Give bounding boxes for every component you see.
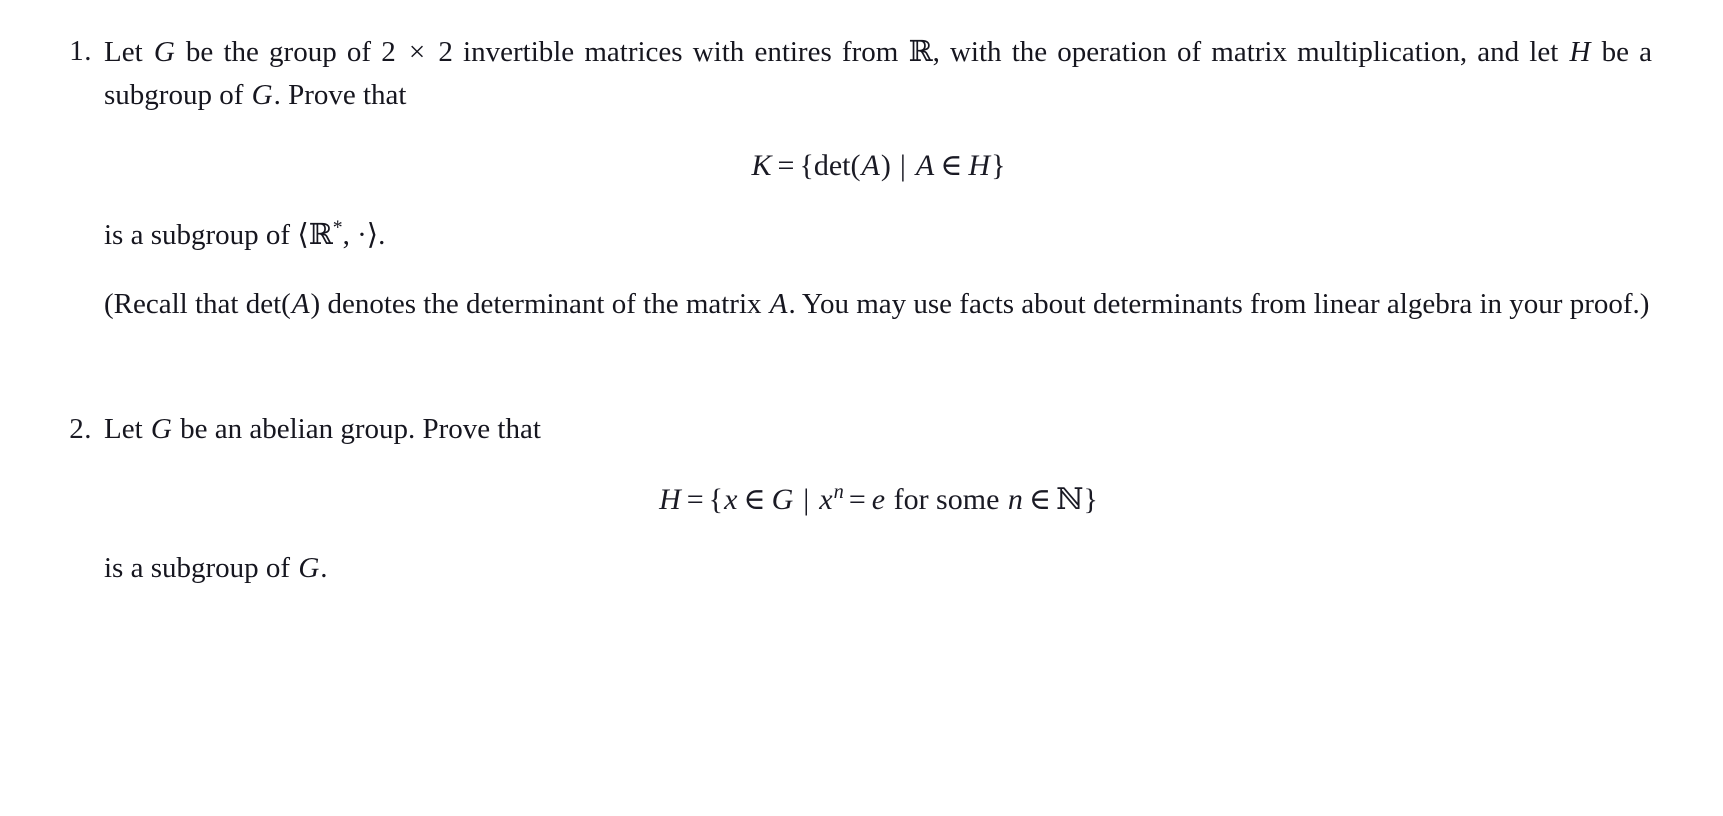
math-reals-symbol-2: ℝ <box>308 217 333 251</box>
display-equation-K: K = {det(A) | A ∈ H} <box>104 143 1652 189</box>
det-function-name: det <box>813 149 851 182</box>
math-identity-e: e <box>871 483 886 516</box>
text-run: be an abelian group. Prove that <box>172 413 541 445</box>
open-paren-2: ( <box>281 288 291 320</box>
problem-number-1: 1. <box>69 35 92 67</box>
problem-2-statement: Let G be an abelian group. Prove that <box>104 408 1652 451</box>
math-naturals-symbol: ℕ <box>1056 482 1084 517</box>
close-brace-2: } <box>1083 483 1098 516</box>
math-var-K: K <box>751 149 772 182</box>
close-paren: ) <box>880 149 891 182</box>
open-brace: { <box>799 149 814 182</box>
math-var-G-4: G <box>771 483 794 516</box>
such-that-bar-2: | <box>803 483 810 516</box>
math-var-G-3: G <box>150 413 172 445</box>
math-var-G-5: G <box>298 552 320 584</box>
equals-operator: = <box>777 149 795 182</box>
text-run: . You may use facts about determinants f… <box>788 288 1650 320</box>
text-run: Let <box>104 36 153 68</box>
math-var-A: A <box>861 149 880 182</box>
such-that-bar: | <box>899 149 906 182</box>
close-brace: } <box>991 149 1006 182</box>
text-run: Let <box>104 413 150 445</box>
math-var-G: G <box>153 36 175 68</box>
times-operator: × <box>408 36 426 68</box>
for-some-words: for some <box>893 483 1000 516</box>
math-var-A-3: A <box>291 288 310 320</box>
text-run: denotes the determinant of the matrix <box>320 288 769 320</box>
element-of-operator: ∈ <box>940 149 963 182</box>
text-run: 2 invertible matrices with entires from <box>428 36 909 68</box>
for-some-text <box>886 483 894 516</box>
text-run: . Prove that <box>273 79 407 111</box>
text-run: , with the operation of matrix multiplic… <box>932 36 1569 68</box>
math-var-n: n <box>1007 483 1023 516</box>
exponent-n: n <box>833 481 844 503</box>
close-angle-bracket: ⟩ <box>366 219 379 251</box>
problem-number-2: 2. <box>69 413 92 445</box>
det-function-name-2: det <box>245 288 282 320</box>
document-page: 1. Let G be the group of 2 × 2 invertibl… <box>0 0 1723 816</box>
superscript-star: * <box>332 216 343 239</box>
problem-item-2: 2. Let G be an abelian group. Prove that… <box>52 408 1652 590</box>
element-of-operator-3: ∈ <box>1028 483 1052 516</box>
math-var-H-2: H <box>968 149 991 182</box>
equals-operator-3: = <box>848 483 866 516</box>
equals-operator-2: = <box>686 483 704 516</box>
problem-1-conclusion: is a subgroup of ⟨ℝ*, ·⟩. <box>104 213 1652 257</box>
math-var-G-2: G <box>251 79 273 111</box>
open-angle-bracket: ⟨ <box>297 219 309 251</box>
open-brace-2: { <box>708 483 724 516</box>
open-paren: ( <box>850 149 861 182</box>
problem-list: 1. Let G be the group of 2 × 2 invertibl… <box>52 30 1652 590</box>
math-var-H-3: H <box>659 483 681 516</box>
problem-2-conclusion: is a subgroup of G. <box>104 547 1652 590</box>
math-var-A-2: A <box>915 149 935 182</box>
text-run: . <box>378 219 386 251</box>
math-var-x: x <box>724 483 738 516</box>
text-run: be the group of 2 <box>175 36 406 68</box>
for-some-space <box>999 483 1007 516</box>
element-of-operator-2: ∈ <box>743 483 766 516</box>
problem-item-1: 1. Let G be the group of 2 × 2 invertibl… <box>52 30 1652 326</box>
display-equation-H: H = {x ∈ G | xn = e for some n ∈ ℕ} <box>104 477 1652 523</box>
text-run: (Recall that <box>104 288 246 320</box>
problem-gap-spacer <box>52 326 1652 408</box>
problem-1-statement: Let G be the group of 2 × 2 invertible m… <box>104 30 1652 117</box>
text-run: . <box>320 552 328 584</box>
text-run: , <box>342 219 358 251</box>
math-var-x-2: x <box>819 483 833 516</box>
text-run: is a subgroup of <box>104 552 298 584</box>
multiplication-dot: · <box>357 219 367 251</box>
text-run: is a subgroup of <box>104 219 298 251</box>
math-var-H: H <box>1569 36 1591 68</box>
math-var-A-4: A <box>769 288 788 320</box>
close-paren-2: ) <box>310 288 321 320</box>
math-reals-symbol: ℝ <box>908 34 933 68</box>
problem-1-note: (Recall that det(A) denotes the determin… <box>104 283 1652 326</box>
